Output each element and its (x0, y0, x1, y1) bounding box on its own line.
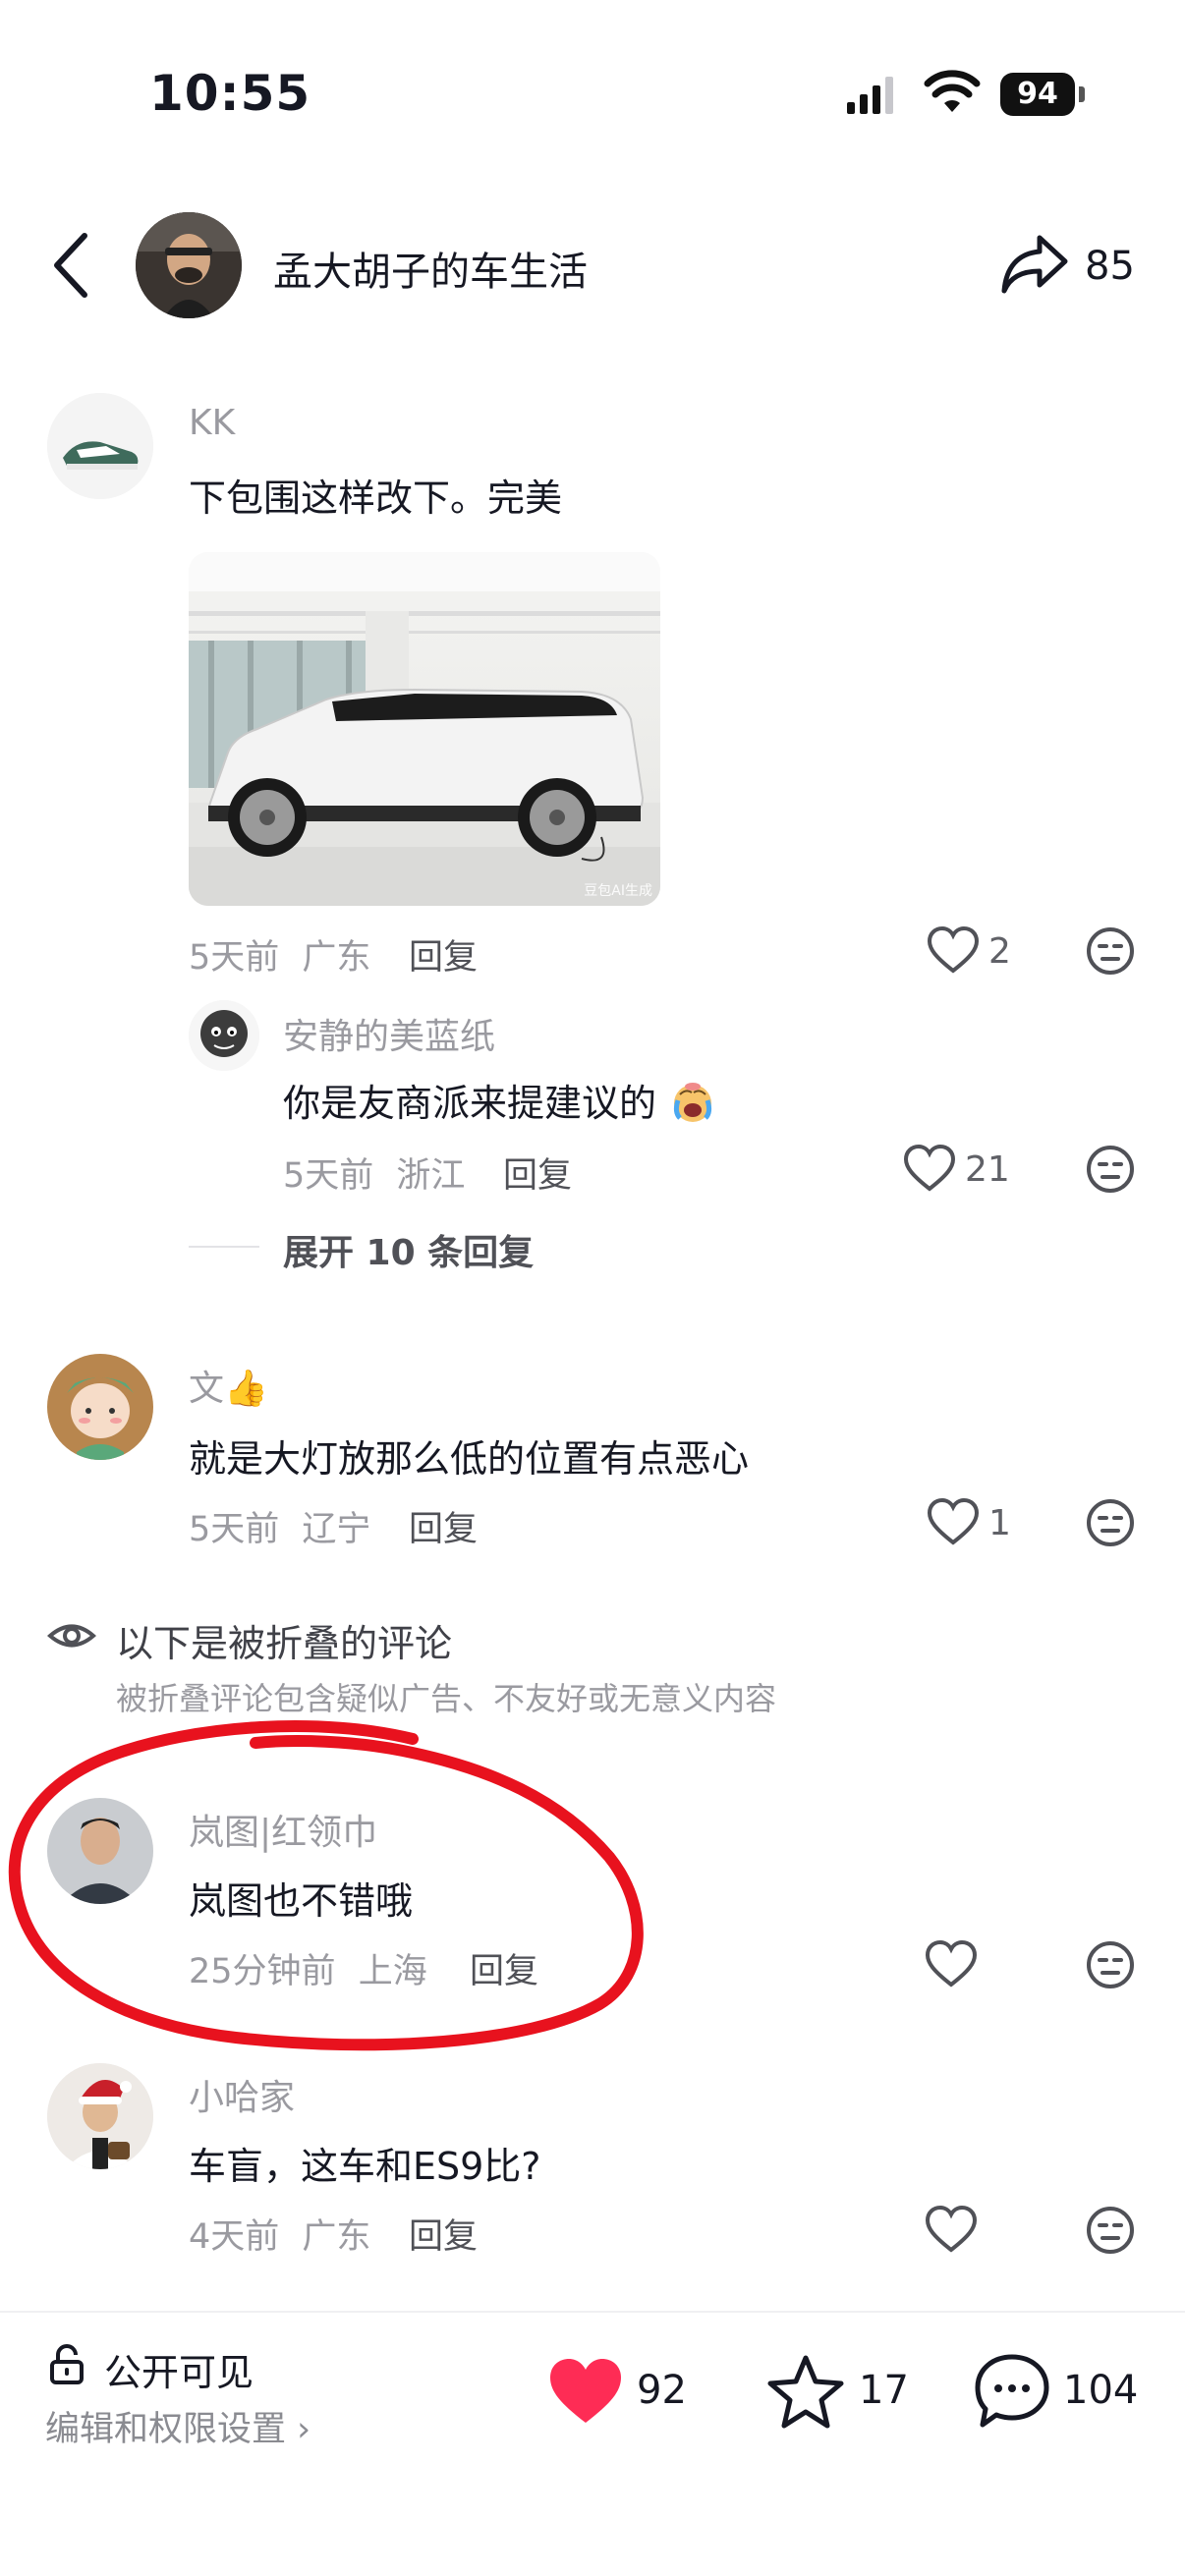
comment-count: 104 (1063, 2368, 1139, 2413)
reply-button[interactable]: 回复 (409, 1501, 478, 1551)
comment-meta: 5天前 广东 (189, 929, 370, 980)
share-count: 85 (1085, 244, 1135, 289)
commenter-avatar[interactable] (189, 1000, 259, 1071)
comment-location: 浙江 (396, 1156, 466, 1196)
santa-hat-avatar-image (47, 2063, 153, 2169)
author-avatar-image (136, 212, 242, 318)
folded-section-title: 以下是被折叠的评论 (116, 1622, 453, 1665)
cartoon-girl-avatar-image (47, 1354, 153, 1460)
crying-emoji-icon (674, 1083, 712, 1122)
comment-time: 5天前 (189, 938, 280, 978)
expand-divider (189, 1246, 259, 1248)
comment-time: 5天前 (283, 1156, 374, 1196)
status-time: 10:55 (149, 65, 311, 122)
comment-meta: 5天前 辽宁 (189, 1501, 370, 1551)
white-suv-photo (189, 552, 660, 906)
reply-button[interactable]: 回复 (503, 1148, 572, 1198)
heart-outline-icon[interactable] (902, 1144, 957, 1193)
commenter-name[interactable]: KK (189, 403, 235, 443)
comment-location: 广东 (302, 938, 371, 978)
comment-text: 你是友商派来提建议的 (283, 1073, 717, 1127)
commenter-avatar[interactable] (47, 393, 153, 499)
like-count: 21 (965, 1149, 1010, 1190)
author-name[interactable]: 孟大胡子的车生活 (273, 240, 588, 297)
eye-icon (47, 1624, 96, 1648)
heart-outline-icon[interactable] (926, 1497, 981, 1546)
comment-bubble-icon[interactable] (973, 2352, 1051, 2431)
star-icon[interactable] (766, 2352, 845, 2431)
comment-time: 4天前 (189, 2217, 280, 2257)
comment-text: 车盲，这车和ES9比? (189, 2145, 541, 2188)
visibility-label[interactable]: 公开可见 (104, 2342, 254, 2396)
reply-button[interactable]: 回复 (409, 929, 478, 980)
comment-text-body: 你是友商派来提建议的 (283, 1082, 657, 1125)
favorite-count: 17 (859, 2368, 909, 2413)
signal-icon (847, 77, 893, 114)
share-icon[interactable] (1000, 232, 1069, 295)
sneaker-avatar-image (47, 393, 153, 499)
like-count: 1 (988, 1503, 1011, 1543)
permission-settings-link[interactable]: 编辑和权限设置 › (45, 2401, 310, 2451)
commenter-name[interactable]: 文👍 (189, 1360, 268, 1411)
post-like-count: 92 (637, 2368, 687, 2413)
heart-filled-icon[interactable] (546, 2356, 625, 2427)
photo-watermark: 豆包AI生成 (584, 883, 652, 899)
commenter-avatar[interactable] (47, 1354, 153, 1460)
cartoon-avatar-image (189, 1000, 259, 1071)
dislike-face-icon[interactable] (1085, 2205, 1136, 2256)
comment-location: 辽宁 (302, 1510, 371, 1549)
comment-location: 广东 (302, 2217, 371, 2257)
wifi-icon (924, 70, 981, 112)
bottom-divider (0, 2311, 1185, 2313)
battery-cap (1079, 86, 1085, 102)
lock-icon (50, 2344, 84, 2384)
back-arrow-icon[interactable] (49, 232, 92, 299)
reply-button[interactable]: 回复 (409, 2209, 478, 2259)
like-count: 2 (988, 931, 1011, 972)
expand-replies-button[interactable]: 展开 10 条回复 (283, 1224, 534, 1275)
dislike-face-icon[interactable] (1085, 1939, 1136, 1990)
author-avatar[interactable] (136, 212, 242, 318)
dislike-face-icon[interactable] (1085, 1144, 1136, 1195)
comment-text: 下包围这样改下。完美 (189, 476, 563, 520)
heart-outline-icon[interactable] (926, 925, 981, 975)
comment-text: 就是大灯放那么低的位置有点恶心 (189, 1437, 750, 1481)
comment-meta: 4天前 广东 (189, 2209, 370, 2259)
comment-photo[interactable]: 豆包AI生成 (189, 552, 660, 906)
commenter-avatar[interactable] (47, 2063, 153, 2169)
comment-meta: 5天前 浙江 (283, 1148, 465, 1198)
dislike-face-icon[interactable] (1085, 925, 1136, 977)
commenter-name[interactable]: 安静的美蓝纸 (283, 1008, 495, 1059)
dislike-face-icon[interactable] (1085, 1497, 1136, 1548)
status-bar: 10:55 94 (0, 0, 1185, 147)
post-header: 孟大胡子的车生活 85 (0, 196, 1185, 334)
commenter-name[interactable]: 小哈家 (189, 2069, 295, 2120)
battery-indicator: 94 (1000, 73, 1075, 116)
heart-outline-icon[interactable] (924, 2205, 979, 2254)
red-annotation-circle (8, 1720, 644, 2051)
heart-outline-icon[interactable] (924, 1939, 979, 1988)
comment-time: 5天前 (189, 1510, 280, 1549)
